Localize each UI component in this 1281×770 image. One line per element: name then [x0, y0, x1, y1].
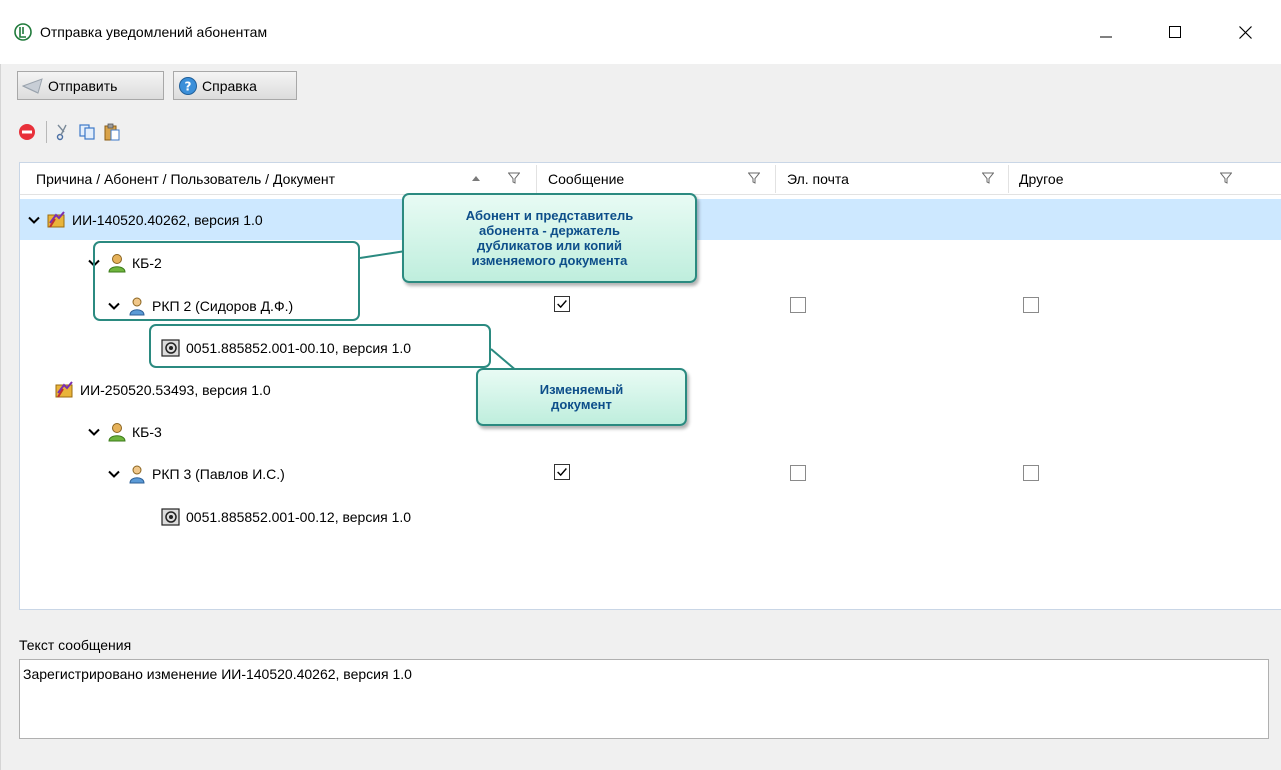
- callout-line: Абонент и представитель: [465, 208, 634, 223]
- paste-icon[interactable]: [103, 123, 121, 141]
- column-header-other[interactable]: Другое: [1019, 163, 1063, 195]
- send-button[interactable]: Отправить: [17, 71, 164, 100]
- callout-line: изменяемого документа: [471, 253, 628, 268]
- message-text-value: Зарегистрировано изменение ИИ-140520.402…: [23, 666, 412, 682]
- column-header-reason[interactable]: Причина / Абонент / Пользователь / Докум…: [36, 163, 335, 195]
- callout-line: Изменяемый: [539, 382, 624, 397]
- column-separator[interactable]: [536, 165, 537, 193]
- app-logo-icon: [14, 23, 32, 41]
- tree-row-label: 0051.885852.001-00.12, версия 1.0: [186, 508, 412, 525]
- close-icon: [1238, 25, 1252, 39]
- column-header-message-label: Сообщение: [548, 171, 625, 187]
- other-checkbox[interactable]: [1023, 465, 1039, 481]
- svg-text:?: ?: [185, 79, 192, 93]
- user-icon: [129, 465, 145, 483]
- filter-icon[interactable]: [982, 172, 994, 184]
- send-button-label: Отправить: [48, 77, 118, 94]
- window-title: Отправка уведомлений абонентам: [40, 24, 268, 40]
- minimize-icon: [1100, 36, 1112, 38]
- chevron-down-icon[interactable]: [87, 425, 101, 439]
- maximize-button[interactable]: [1152, 12, 1198, 52]
- tree-row-document[interactable]: 0051.885852.001-00.12, версия 1.0: [20, 496, 1281, 537]
- close-button[interactable]: [1222, 12, 1268, 52]
- email-checkbox[interactable]: [790, 297, 806, 313]
- filter-icon[interactable]: [1220, 172, 1232, 184]
- tree-row-label: КБ-3: [132, 423, 162, 440]
- callout-line: абонента - держатель: [479, 223, 620, 238]
- callout-line: документ: [551, 397, 612, 412]
- help-button-label: Справка: [202, 77, 257, 94]
- edit-toolbar: [18, 121, 121, 143]
- change-notice-icon: [55, 380, 73, 398]
- chevron-down-icon[interactable]: [27, 213, 41, 227]
- help-icon: ?: [179, 76, 197, 95]
- other-checkbox[interactable]: [1023, 297, 1039, 313]
- column-header-reason-label: Причина / Абонент / Пользователь / Докум…: [36, 171, 336, 187]
- column-header-message[interactable]: Сообщение: [548, 163, 624, 195]
- column-separator[interactable]: [775, 165, 776, 193]
- change-notice-icon: [47, 210, 65, 228]
- grid-header: Причина / Абонент / Пользователь / Докум…: [20, 163, 1281, 195]
- copy-icon[interactable]: [78, 123, 96, 141]
- tree-row-label: РКП 3 (Павлов И.С.): [152, 465, 285, 482]
- callout-line: дубликатов или копий: [476, 238, 623, 253]
- tree-row-label: ИИ-250520.53493, версия 1.0: [80, 381, 271, 398]
- cut-icon[interactable]: [55, 123, 71, 141]
- column-header-other-label: Другое: [1019, 171, 1064, 187]
- chevron-down-icon[interactable]: [107, 467, 121, 481]
- window-edge: [0, 64, 1, 770]
- message-checkbox[interactable]: [554, 296, 570, 312]
- column-header-email[interactable]: Эл. почта: [787, 163, 849, 195]
- column-separator[interactable]: [1008, 165, 1009, 193]
- document-highlight-frame: [149, 324, 491, 368]
- tree-row-label: ИИ-140520.40262, версия 1.0: [72, 211, 263, 228]
- remove-icon[interactable]: [18, 123, 36, 141]
- email-checkbox[interactable]: [790, 465, 806, 481]
- title-bar: Отправка уведомлений абонентам: [0, 0, 1281, 64]
- sort-ascending-icon: [472, 176, 480, 181]
- maximize-icon: [1169, 26, 1181, 38]
- document-icon: [161, 507, 180, 526]
- subscriber-icon: [108, 422, 126, 441]
- help-button[interactable]: ? Справка: [173, 71, 297, 100]
- message-checkbox[interactable]: [554, 464, 570, 480]
- column-header-email-label: Эл. почта: [787, 171, 849, 187]
- send-icon: [22, 77, 43, 94]
- filter-icon[interactable]: [748, 172, 760, 184]
- tree-row-user[interactable]: РКП 3 (Павлов И.С.): [20, 453, 1281, 494]
- subscriber-highlight-frame: [93, 241, 360, 321]
- minimize-button[interactable]: [1083, 12, 1129, 52]
- document-callout: Изменяемый документ: [476, 368, 687, 426]
- subscriber-callout: Абонент и представитель абонента - держа…: [402, 193, 697, 283]
- message-text-label: Текст сообщения: [19, 637, 132, 653]
- message-text-field[interactable]: Зарегистрировано изменение ИИ-140520.402…: [19, 659, 1269, 739]
- toolbar-separator: [46, 121, 47, 143]
- filter-icon[interactable]: [508, 172, 520, 184]
